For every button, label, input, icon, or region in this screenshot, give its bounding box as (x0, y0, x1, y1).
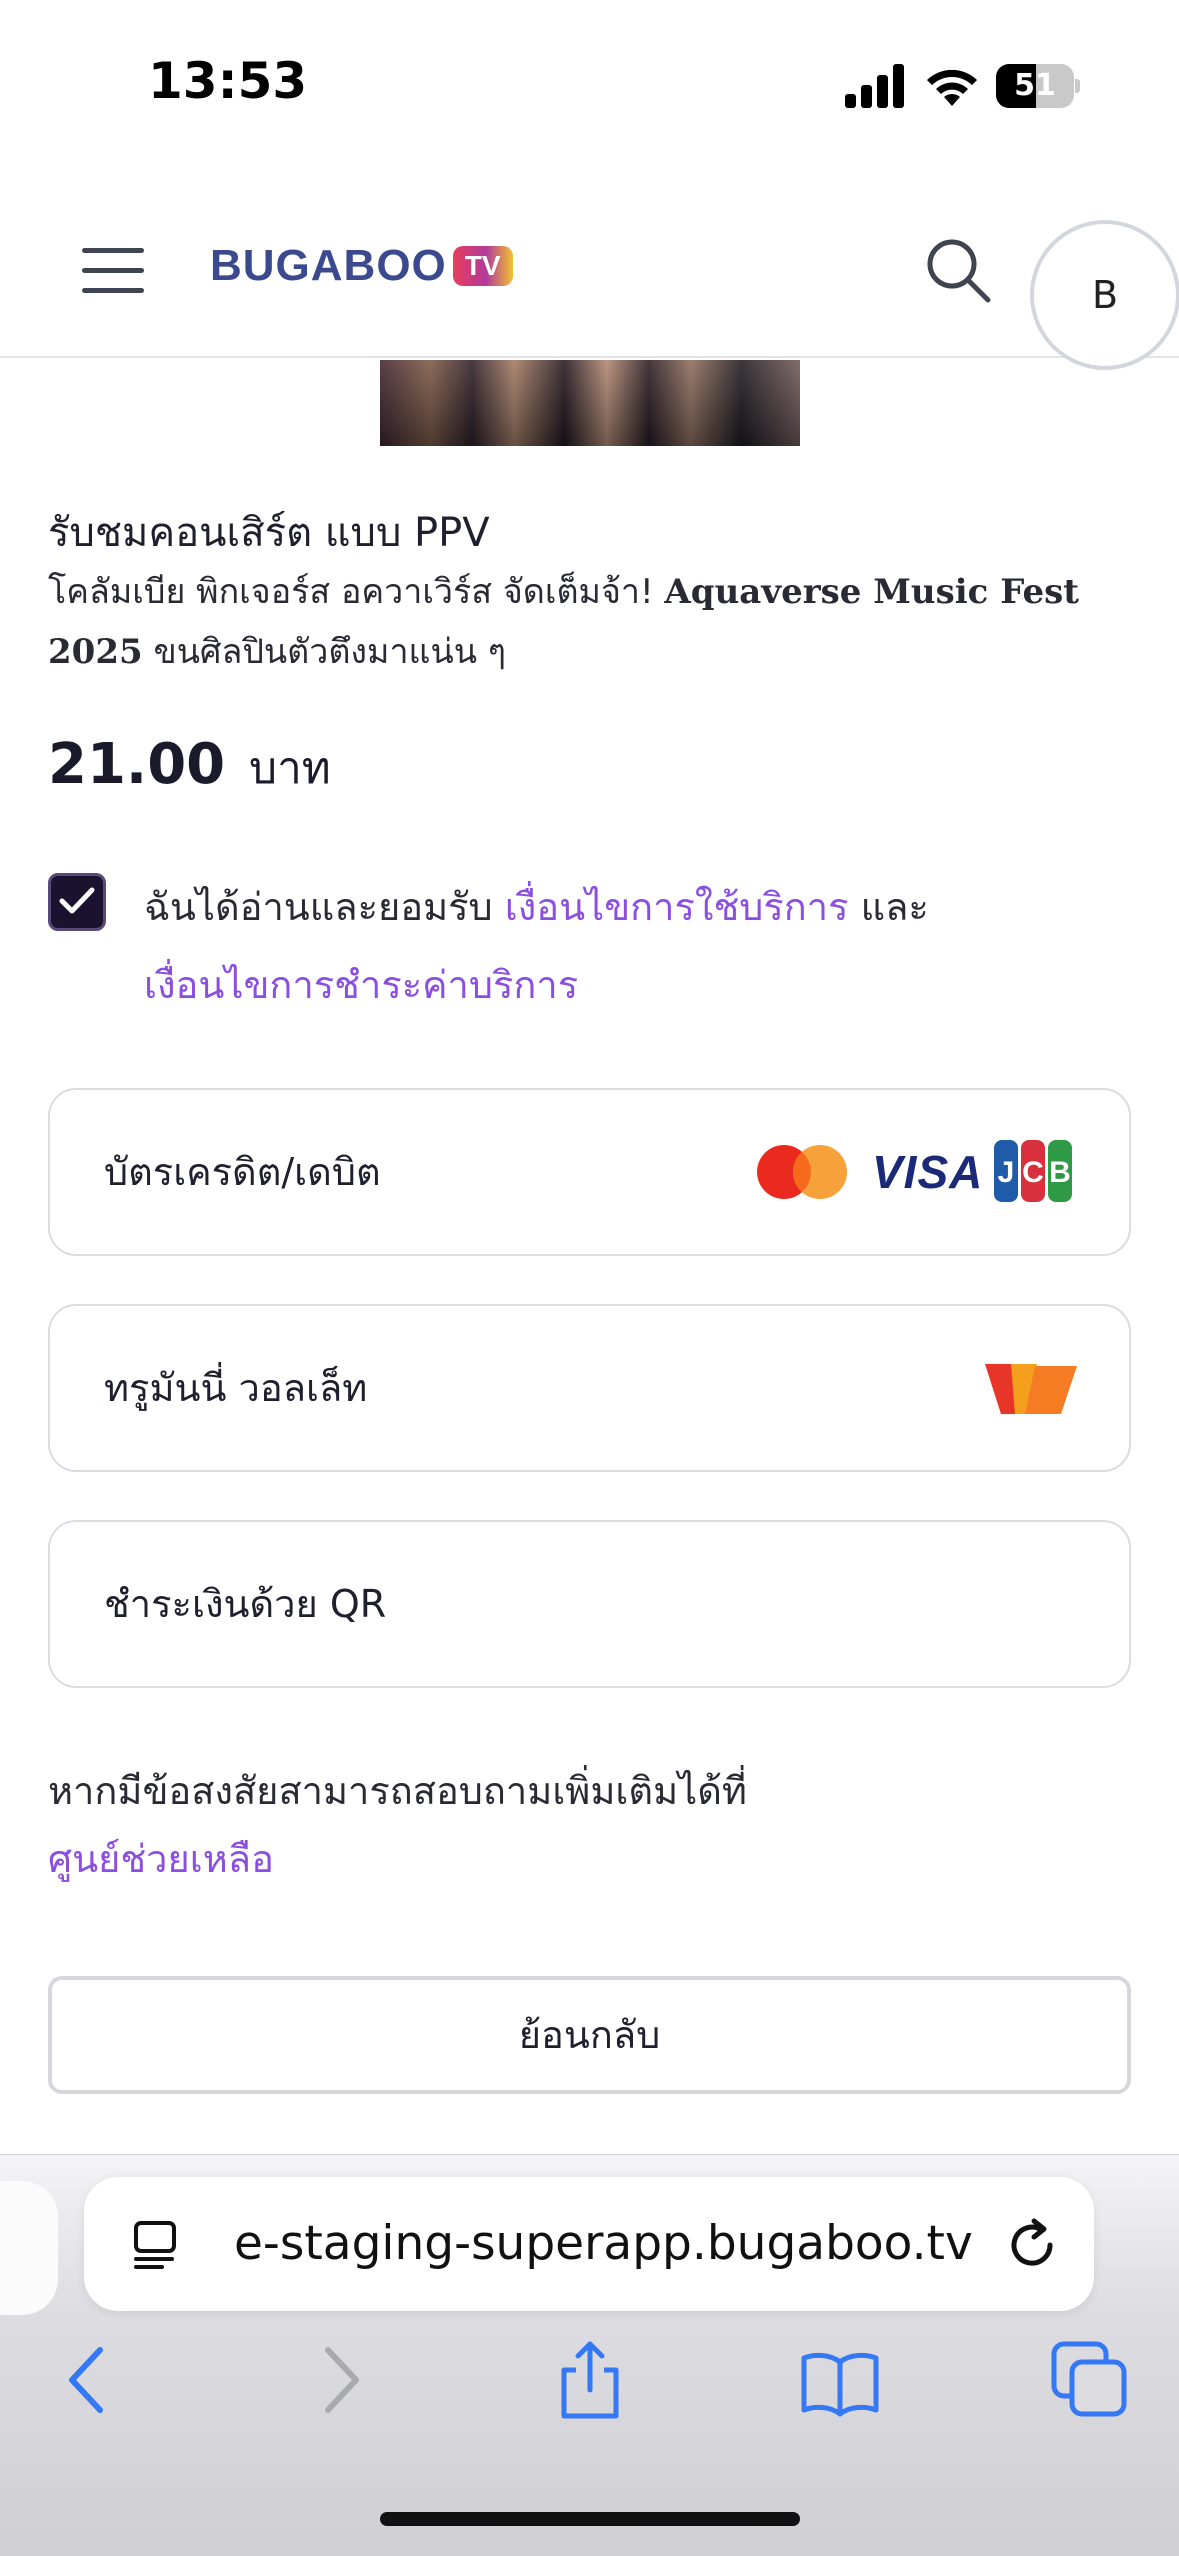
status-bar: 13:53 51 (0, 0, 1179, 160)
price: 21.00 บาท (48, 732, 331, 803)
app-header: BUGABOO TV B (0, 160, 1179, 370)
tabs-icon[interactable] (1050, 2340, 1130, 2420)
price-amount: 21.00 (48, 732, 226, 797)
bugaboo-tv-logo[interactable]: BUGABOO TV (210, 238, 513, 294)
cellular-signal-icon (845, 64, 904, 108)
reload-icon[interactable] (1004, 2217, 1060, 2273)
forward-arrow-icon[interactable] (300, 2340, 380, 2420)
event-banner-image (380, 360, 800, 446)
payment-option-card[interactable]: บัตรเครดิต/เดบิต VISA J C B (48, 1088, 1131, 1256)
logo-badge: TV (452, 246, 513, 286)
payment-option-qr[interactable]: ชำระเงินด้วย QR (48, 1520, 1131, 1688)
status-time: 13:53 (148, 52, 308, 110)
payment-option-truemoney[interactable]: ทรูมันนี่ วอลเล็ท (48, 1304, 1131, 1472)
url-text: e-staging-superapp.bugaboo.tv (234, 2216, 973, 2271)
back-button[interactable]: ย้อนกลับ (48, 1976, 1131, 2094)
truemoney-icon (985, 1364, 1077, 1414)
payment-option-label: ชำระเงินด้วย QR (104, 1582, 387, 1626)
home-indicator (380, 2512, 800, 2526)
payment-terms-link[interactable]: เงื่อนไขการชำระค่าบริการ (144, 963, 578, 1007)
terms-text: ฉันได้อ่านและยอมรับ เงื่อนไขการใช้บริการ… (144, 885, 929, 1007)
visa-icon: VISA (872, 1146, 984, 1198)
battery-icon: 51 (996, 64, 1080, 108)
terms-agreement: ฉันได้อ่านและยอมรับ เงื่อนไขการใช้บริการ… (48, 868, 1148, 1018)
previous-tab[interactable] (0, 2181, 58, 2315)
checkmark-icon (59, 887, 95, 914)
event-description: โคลัมเบีย พิกเจอร์ส อควาเวิร์ส จัดเต็มจ้… (48, 572, 1079, 672)
page: 13:53 51 BUGABOO TV B รับชมคอนเสิร์ต แบบ… (0, 0, 1179, 2556)
wifi-icon (927, 69, 977, 106)
terms-checkbox[interactable] (48, 873, 106, 931)
battery-level: 51 (1014, 68, 1056, 103)
hamburger-menu-icon[interactable] (82, 248, 144, 294)
mastercard-icon (757, 1145, 847, 1199)
share-icon[interactable] (550, 2340, 630, 2420)
svg-text:B: B (1049, 1156, 1071, 1189)
terms-of-use-link[interactable]: เงื่อนไขการใช้บริการ (505, 885, 849, 929)
user-avatar[interactable]: B (1030, 220, 1179, 370)
logo-text: BUGABOO (210, 241, 447, 290)
price-currency: บาท (249, 743, 331, 794)
jcb-icon: J C B (994, 1140, 1072, 1202)
payment-option-label: บัตรเครดิต/เดบิต (104, 1150, 381, 1194)
address-bar[interactable]: e-staging-superapp.bugaboo.tv (84, 2177, 1094, 2311)
svg-text:C: C (1022, 1156, 1044, 1189)
svg-text:J: J (998, 1156, 1015, 1189)
event-title: รับชมคอนเสิร์ต แบบ PPV (48, 510, 490, 556)
help-center-link[interactable]: ศูนย์ช่วยเหลือ (48, 1828, 274, 1889)
bookmarks-icon[interactable] (800, 2340, 880, 2420)
page-menu-icon[interactable] (132, 2219, 182, 2269)
search-icon[interactable] (924, 236, 992, 304)
help-text: หากมีข้อสงสัยสามารถสอบถามเพิ่มเติมได้ที่ (48, 1769, 747, 1813)
back-arrow-icon[interactable] (48, 2340, 128, 2420)
payment-option-label: ทรูมันนี่ วอลเล็ท (104, 1366, 368, 1410)
